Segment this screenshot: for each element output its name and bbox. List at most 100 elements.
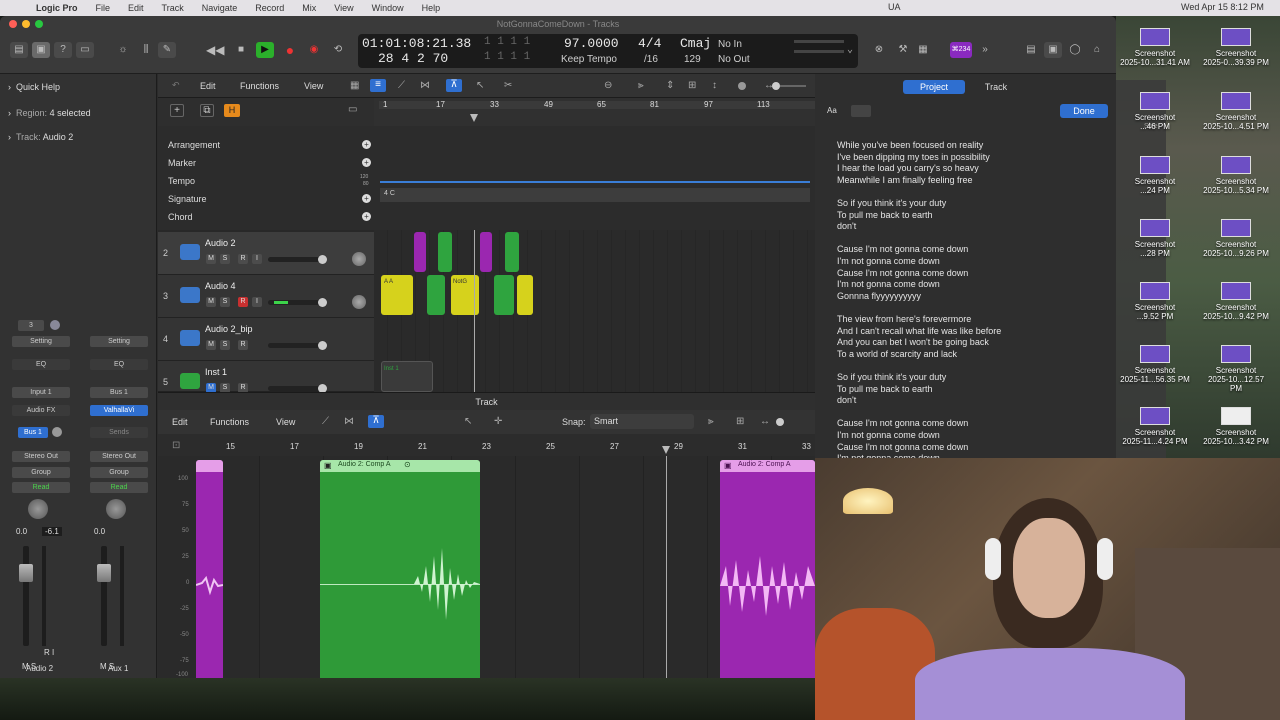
mute-button[interactable]: M — [206, 254, 216, 264]
eq-button[interactable]: EQ — [90, 359, 148, 370]
audio-region[interactable]: A A — [381, 275, 413, 315]
desktop-file[interactable]: Screenshot 2025-10...31.41 AM — [1120, 28, 1190, 67]
zoom-dot-icon[interactable] — [738, 82, 746, 90]
audio-region-selected[interactable]: ▣ Audio 2: Comp A ⊙ — [320, 460, 480, 678]
rewind-icon[interactable]: ◀◀ — [206, 42, 224, 58]
record-input-buttons[interactable]: R I — [44, 648, 54, 657]
playhead-marker[interactable] — [470, 114, 478, 122]
tracks-view-menu[interactable]: View — [304, 81, 323, 91]
waveform-zoom-icon[interactable]: ⊖ — [604, 80, 612, 91]
audio-region[interactable] — [494, 275, 514, 315]
loop-icon[interactable]: ⊙ — [404, 460, 411, 469]
track-row[interactable]: 5 Inst 1 M S R — [158, 361, 374, 393]
track-name[interactable]: Audio 4 — [205, 281, 236, 291]
loop-browser-icon[interactable]: ◯ — [1066, 42, 1084, 58]
lcd-tempo-mode[interactable]: Keep Tempo — [561, 54, 617, 65]
pan-knob[interactable] — [28, 499, 48, 519]
horizontal-zoom-icon[interactable]: ↔ — [760, 416, 770, 427]
solo-button[interactable]: S — [220, 297, 230, 307]
send-bus-slot[interactable]: Bus 1 — [18, 427, 48, 438]
toolbar-icon[interactable]: ▭ — [76, 42, 94, 58]
audio-region[interactable] — [480, 232, 492, 272]
catch-icon[interactable]: ⊼ — [368, 415, 384, 428]
tracks-functions-menu[interactable]: Functions — [240, 81, 279, 91]
record-icon[interactable]: ● — [281, 42, 299, 58]
desktop-file[interactable]: Screenshot 2025-10...12.57 PM — [1201, 345, 1271, 393]
solo-button[interactable]: S — [220, 254, 230, 264]
editor-ruler[interactable]: ⊡ 15 17 19 21 23 25 27 29 31 33 — [158, 434, 815, 456]
global-signature[interactable]: Signature — [168, 194, 207, 204]
track-row[interactable]: › Track: Audio 2 — [8, 132, 73, 142]
desktop-file[interactable]: Screenshot 2025-10...9.42 PM — [1201, 282, 1271, 321]
browser-icon[interactable]: ⌂ — [1088, 42, 1106, 58]
format-button[interactable] — [851, 105, 871, 117]
lcd-tempo[interactable]: 97.0000 — [564, 36, 619, 51]
playhead-marker[interactable] — [662, 446, 670, 454]
audio-fx-slot[interactable]: ValhallaVi — [90, 405, 148, 416]
strip-number[interactable]: 3 — [18, 320, 44, 331]
add-icon[interactable]: + — [362, 140, 371, 149]
lcd-display[interactable]: 01:01:08:21.38 28 4 2 70 1 1 1 1 1 1 1 1… — [358, 34, 858, 68]
record-arm-button[interactable]: R — [238, 340, 248, 350]
list-editors-icon[interactable]: ▤ — [1022, 42, 1040, 58]
track-volume-slider[interactable] — [268, 343, 324, 348]
input-slot[interactable]: Input 1 — [12, 387, 70, 398]
done-button[interactable]: Done — [1060, 104, 1108, 118]
desktop-file[interactable]: Screenshot ...9.52 PM — [1120, 282, 1190, 321]
track-name[interactable]: Audio 2 — [205, 238, 236, 248]
desktop-file[interactable]: Screenshot 2025-10...3.42 PM — [1201, 407, 1271, 446]
menu-mix[interactable]: Mix — [302, 3, 316, 13]
menu-clock[interactable]: Wed Apr 15 8:12 PM — [1181, 2, 1264, 12]
flex-icon[interactable]: ⋈ — [344, 416, 354, 427]
audio-region[interactable] — [505, 232, 519, 272]
editors-icon[interactable]: ✎ — [158, 42, 176, 58]
menu-edit[interactable]: Edit — [128, 3, 144, 13]
input-source-label[interactable]: UA — [888, 2, 901, 12]
track-pan-knob[interactable] — [352, 252, 366, 266]
menu-window[interactable]: Window — [372, 3, 404, 13]
tempo-line[interactable] — [380, 181, 810, 183]
output-slot[interactable]: Stereo Out — [90, 451, 148, 462]
menu-view[interactable]: View — [334, 3, 353, 13]
tuner-icon[interactable]: ⚒ — [894, 42, 912, 58]
editor-edit-menu[interactable]: Edit — [172, 417, 188, 427]
mode-icon[interactable]: ⊗ — [870, 42, 888, 58]
automation-read[interactable]: Read — [12, 482, 70, 493]
desktop-file[interactable]: Screenshot 2025-10...9.26 PM — [1201, 219, 1271, 258]
add-track-icon[interactable]: + — [170, 104, 184, 117]
input-monitor-button[interactable]: I — [252, 254, 262, 264]
record-arm-button[interactable]: R — [238, 297, 248, 307]
quick-help-icon[interactable]: ? — [54, 42, 72, 58]
chevron-right-icon[interactable]: » — [976, 42, 994, 58]
region-header[interactable]: ▣ Audio 2: Comp A ⊙ — [320, 460, 480, 472]
zoom-fit-icon[interactable]: ⊞ — [736, 416, 744, 427]
ruler[interactable]: 1 17 33 49 65 81 97 113 — [374, 98, 815, 126]
group-slot[interactable]: Group — [12, 467, 70, 478]
global-tracks-icon[interactable]: ▭ — [348, 104, 357, 115]
add-icon[interactable]: + — [362, 158, 371, 167]
hide-icon[interactable]: H — [224, 104, 240, 117]
library-icon[interactable]: ▤ — [10, 42, 28, 58]
volume-fader[interactable] — [23, 546, 29, 646]
duplicate-track-icon[interactable]: ⧉ — [200, 104, 214, 117]
region-icon[interactable]: ⊡ — [172, 440, 180, 451]
track-lanes[interactable]: A A NotG Inst 1 — [374, 230, 815, 392]
track-row[interactable]: 4 Audio 2_bip M S R — [158, 318, 374, 361]
menu-file[interactable]: File — [96, 3, 111, 13]
menu-app[interactable]: Logic Pro — [36, 3, 78, 13]
audio-region[interactable] — [427, 275, 445, 315]
zoom-slider[interactable] — [780, 85, 806, 87]
audio-region[interactable] — [196, 460, 223, 678]
replace-icon[interactable]: ◉ — [305, 42, 323, 58]
desktop-file[interactable]: Screenshot ...46 PM — [1120, 92, 1190, 131]
desktop-file[interactable]: Screenshot 2025-11...56.35 PM — [1120, 345, 1190, 384]
grid-icon[interactable]: ▦ — [350, 80, 359, 91]
record-arm-button[interactable]: R — [238, 254, 248, 264]
fader-cap[interactable] — [97, 564, 111, 582]
tracks-edit-menu[interactable]: Edit — [200, 81, 216, 91]
menu-navigate[interactable]: Navigate — [202, 3, 238, 13]
sends-slot[interactable]: Sends — [90, 427, 148, 438]
global-arrangement[interactable]: Arrangement — [168, 140, 220, 150]
tab-track[interactable]: Track — [971, 80, 1021, 94]
track-name[interactable]: Inst 1 — [205, 367, 227, 377]
